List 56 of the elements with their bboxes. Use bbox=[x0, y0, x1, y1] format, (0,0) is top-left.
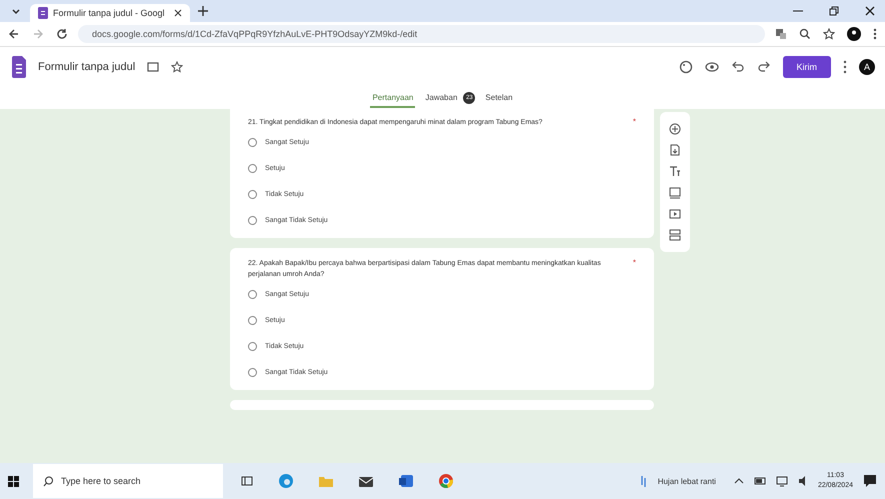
translate-icon[interactable] bbox=[775, 28, 787, 40]
close-icon[interactable] bbox=[865, 6, 875, 16]
required-mark: * bbox=[632, 258, 636, 267]
address-bar[interactable]: docs.google.com/forms/d/1Cd-ZfaVqPPqR9YfzhAuLvE-PHT9OdsayYZM9kd-/edit bbox=[78, 25, 765, 43]
radio-button[interactable] bbox=[248, 164, 257, 172]
section-icon[interactable] bbox=[669, 229, 681, 242]
windows-icon[interactable] bbox=[8, 476, 19, 486]
browser-tab[interactable]: Formulir tanpa judul - Googl bbox=[30, 4, 190, 22]
back-icon[interactable] bbox=[8, 28, 20, 40]
star-icon[interactable] bbox=[823, 28, 835, 40]
form-title[interactable]: Formulir tanpa judul bbox=[38, 61, 136, 73]
forms-logo-icon[interactable] bbox=[12, 56, 26, 78]
video-icon[interactable] bbox=[669, 208, 681, 220]
mail-icon[interactable] bbox=[359, 474, 373, 488]
task-view-icon[interactable] bbox=[241, 475, 253, 487]
palette-icon[interactable] bbox=[678, 60, 692, 74]
eye-icon[interactable] bbox=[704, 60, 718, 74]
new-tab-icon[interactable] bbox=[198, 6, 208, 16]
redo-icon[interactable] bbox=[756, 60, 770, 74]
radio-button[interactable] bbox=[248, 316, 257, 324]
search-icon[interactable] bbox=[799, 28, 811, 40]
search-field[interactable]: Type here to search bbox=[33, 464, 223, 498]
image-icon[interactable] bbox=[669, 186, 681, 199]
required-mark: * bbox=[632, 117, 636, 126]
title-icon[interactable] bbox=[669, 165, 681, 178]
close-icon[interactable] bbox=[174, 9, 182, 17]
battery-icon[interactable] bbox=[754, 475, 766, 487]
word-icon[interactable] bbox=[399, 474, 413, 488]
send-button[interactable]: Kirim bbox=[782, 56, 831, 78]
star-icon[interactable] bbox=[171, 61, 184, 73]
more-icon[interactable] bbox=[873, 28, 877, 40]
chrome-icon[interactable] bbox=[439, 474, 453, 488]
more-icon[interactable] bbox=[843, 60, 847, 74]
radio-button[interactable] bbox=[248, 368, 257, 376]
form-tab[interactable]: Setelan bbox=[483, 88, 515, 108]
add-icon[interactable] bbox=[669, 122, 681, 135]
restore-icon[interactable] bbox=[829, 6, 839, 16]
weather-text: Hujan lebat ranti bbox=[658, 476, 716, 486]
forms-icon[interactable] bbox=[38, 7, 48, 19]
notification-icon[interactable] bbox=[863, 474, 877, 488]
radio-button[interactable] bbox=[248, 138, 257, 146]
radio-button[interactable] bbox=[248, 216, 257, 224]
chevron-up-icon[interactable] bbox=[734, 477, 744, 485]
undo-icon[interactable] bbox=[730, 60, 744, 74]
profile-icon[interactable] bbox=[847, 27, 861, 41]
url-text: docs.google.com/forms/d/1Cd-ZfaVqPPqR9YfzhAuLvE-PHT9OdsayYZM9kd-/edit bbox=[92, 29, 418, 39]
form-tab[interactable]: Jawaban bbox=[423, 88, 460, 108]
import-icon[interactable] bbox=[669, 144, 681, 156]
radio-button[interactable] bbox=[248, 190, 257, 198]
reload-icon[interactable] bbox=[56, 28, 68, 40]
search-icon[interactable] bbox=[43, 476, 54, 487]
avatar[interactable]: A bbox=[859, 59, 875, 75]
radio-button[interactable] bbox=[248, 290, 257, 298]
weather-icon[interactable] bbox=[638, 475, 648, 487]
radio-button[interactable] bbox=[248, 342, 257, 350]
speaker-icon[interactable] bbox=[798, 475, 808, 487]
